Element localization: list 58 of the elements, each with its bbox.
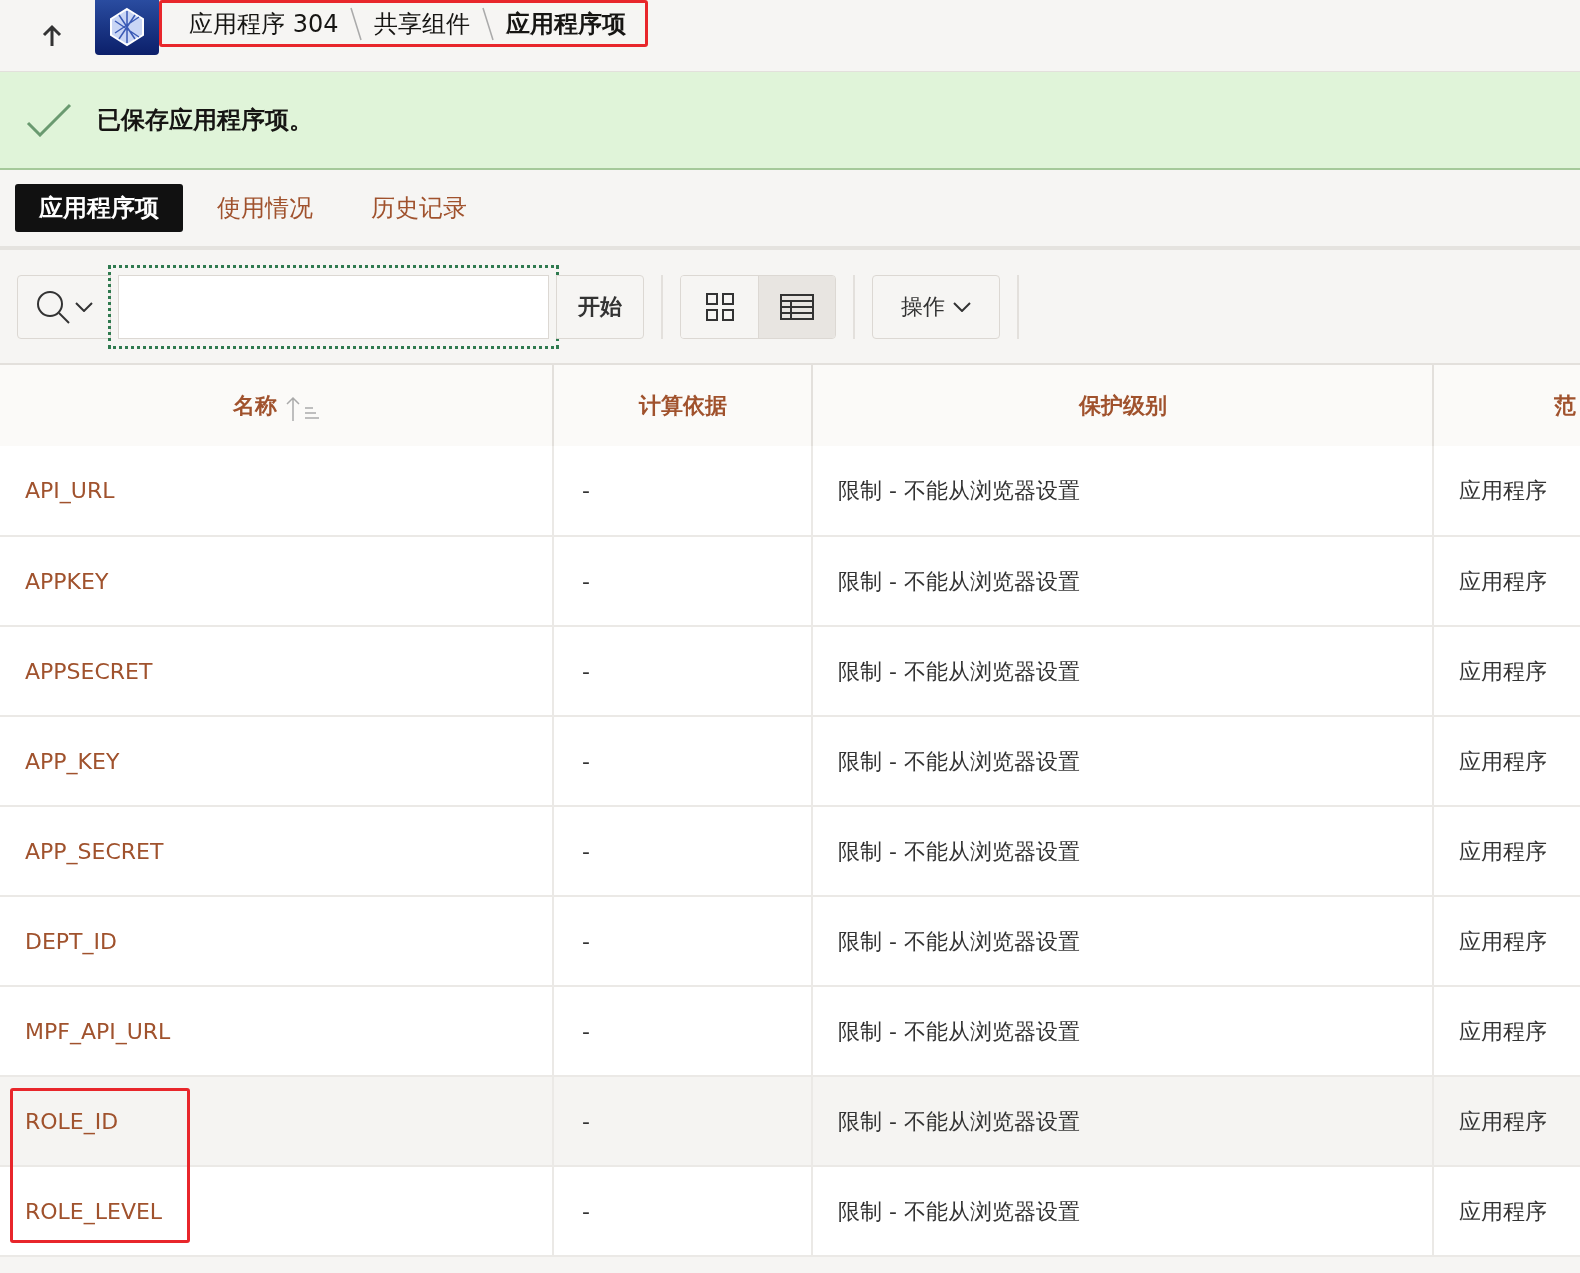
checkmark-icon — [26, 103, 72, 137]
item-name-link[interactable]: APP_KEY — [25, 748, 120, 774]
table-cell: 限制 - 不能从浏览器设置 — [838, 928, 1080, 954]
tab[interactable]: 历史记录 — [347, 184, 491, 232]
table-cell: - — [582, 1108, 590, 1134]
table-cell: 应用程序 — [1459, 838, 1547, 864]
breadcrumb-separator-icon — [350, 6, 363, 41]
breadcrumb-link[interactable]: 应用程序 304 — [189, 5, 339, 42]
success-message: 已保存应用程序项。 — [97, 105, 313, 136]
table-cell: 应用程序 — [1459, 568, 1547, 594]
table-cell: 限制 - 不能从浏览器设置 — [838, 658, 1080, 684]
table-cell: - — [582, 1198, 590, 1224]
breadcrumb-separator-icon — [482, 6, 495, 41]
app-logo-icon — [95, 0, 159, 55]
item-name-link[interactable]: APP_SECRET — [25, 838, 164, 864]
column-header[interactable]: 计算依据 — [638, 393, 727, 418]
table-cell: 限制 - 不能从浏览器设置 — [838, 478, 1080, 503]
go-button[interactable]: 开始 — [556, 274, 644, 339]
search-icon — [35, 288, 71, 325]
item-name-link[interactable]: APPSECRET — [25, 658, 153, 684]
item-name-link[interactable]: DEPT_ID — [25, 928, 117, 954]
table-cell: 限制 - 不能从浏览器设置 — [838, 1018, 1080, 1044]
chevron-down-icon — [75, 301, 93, 312]
table-cell: 应用程序 — [1459, 1108, 1547, 1134]
chevron-down-icon — [953, 301, 971, 312]
item-name-link[interactable]: API_URL — [25, 478, 115, 503]
tab[interactable]: 应用程序项 — [15, 184, 183, 232]
column-header[interactable]: 保护级别 — [1078, 393, 1167, 418]
table-cell: - — [582, 568, 590, 594]
tab[interactable]: 使用情况 — [193, 184, 337, 232]
table-view-icon[interactable] — [758, 275, 835, 338]
table-cell: 限制 - 不能从浏览器设置 — [838, 838, 1080, 864]
table-cell: - — [582, 1018, 590, 1044]
actions-menu-button[interactable]: 操作 — [872, 274, 1000, 339]
table-cell: 应用程序 — [1459, 748, 1547, 774]
item-name-link[interactable]: ROLE_ID — [25, 1108, 119, 1134]
table-cell: 应用程序 — [1459, 1198, 1547, 1224]
column-header[interactable]: 范 — [1554, 393, 1576, 418]
item-name-link[interactable]: ROLE_LEVEL — [25, 1198, 163, 1224]
table-cell: - — [582, 478, 590, 503]
table-cell: 限制 - 不能从浏览器设置 — [838, 568, 1080, 594]
table-cell: - — [582, 748, 590, 774]
table-cell: 限制 - 不能从浏览器设置 — [838, 748, 1080, 774]
table-cell: 应用程序 — [1459, 478, 1547, 503]
table-cell: 限制 - 不能从浏览器设置 — [838, 1198, 1080, 1224]
table-cell: 应用程序 — [1459, 928, 1547, 954]
table-cell: 应用程序 — [1459, 1018, 1547, 1044]
item-name-link[interactable]: APPKEY — [25, 568, 109, 594]
breadcrumb-link[interactable]: 共享组件 — [374, 5, 471, 42]
column-header[interactable]: 名称 — [233, 393, 277, 418]
table-cell: - — [582, 838, 590, 864]
table-cell: - — [582, 658, 590, 684]
table-cell: 应用程序 — [1459, 658, 1547, 684]
table-cell: 限制 - 不能从浏览器设置 — [838, 1108, 1080, 1134]
current-page-title[interactable]: 应用程序项 — [506, 5, 627, 42]
search-options-button[interactable] — [17, 274, 111, 339]
item-name-link[interactable]: MPF_API_URL — [25, 1018, 171, 1044]
table-cell: - — [582, 928, 590, 954]
